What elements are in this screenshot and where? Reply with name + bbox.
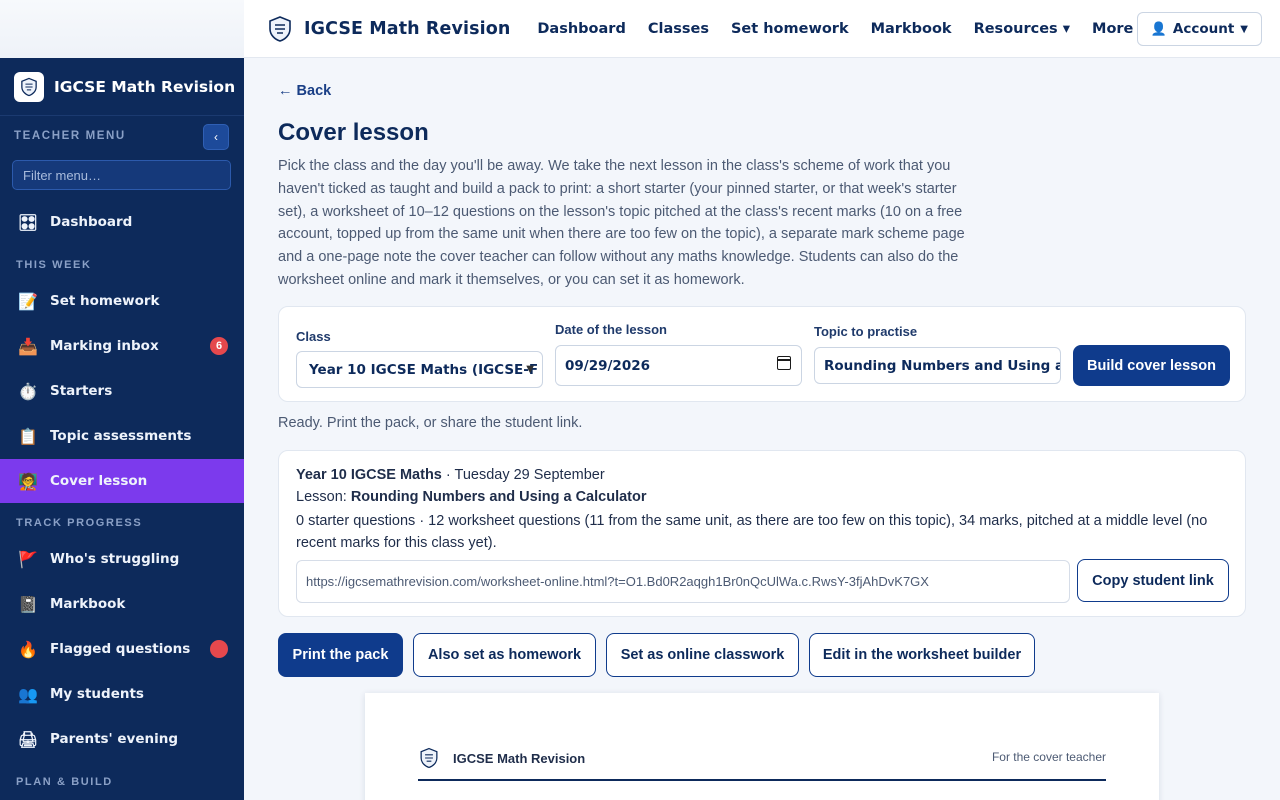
sidebar-item-starters[interactable]: ⏱️ Starters: [0, 369, 244, 413]
sidebar-brand[interactable]: IGCSE Math Revision: [0, 58, 244, 116]
set-online-classwork-button[interactable]: Set as online classwork: [606, 633, 799, 677]
page-title: Cover lesson: [278, 119, 429, 146]
top-navigation: IGCSE Math Revision Dashboard Classes Se…: [244, 0, 1280, 58]
date-input-value: 09/29/2026: [565, 357, 651, 374]
class-select-value: Year 10 IGCSE Maths (IGCSE-F: [309, 361, 539, 378]
sidebar-item-parents-evening[interactable]: 🖨 Parents' evening: [0, 717, 244, 761]
print-preview-sheet: IGCSE Math Revision For the cover teache…: [365, 693, 1159, 800]
account-menu-button[interactable]: 👤 Account ▼: [1136, 12, 1262, 46]
marking-inbox-count-badge: 6: [210, 337, 228, 355]
topic-input[interactable]: Rounding Numbers and Using a C: [814, 347, 1061, 384]
sidebar-item-dashboard[interactable]: 🎛 Dashboard: [0, 200, 244, 244]
result-lesson-name: Rounding Numbers and Using a Calculator: [350, 489, 647, 505]
user-icon: 👤: [1150, 21, 1167, 37]
topnav-links: Dashboard Classes Set homework Markbook …: [537, 21, 1167, 37]
edit-worksheet-builder-button[interactable]: Edit in the worksheet builder: [809, 633, 1035, 677]
back-link[interactable]: ← Back: [278, 83, 331, 99]
inbox-tray-icon: 📥: [18, 336, 38, 356]
printer-icon: 🖨: [17, 729, 39, 749]
set-homework-button[interactable]: Also set as homework: [413, 633, 596, 677]
people-icon: 👥: [18, 684, 38, 704]
sheet-audience: For the cover teacher: [991, 750, 1106, 764]
crest-logo-icon: [269, 15, 291, 42]
topic-label: Topic to practise: [814, 324, 918, 339]
sidebar-item-label: My students: [50, 686, 144, 702]
nav-classes[interactable]: Classes: [648, 21, 709, 37]
notification-dot: [210, 640, 228, 658]
sidebar-item-label: Starters: [50, 383, 113, 399]
sidebar-item-label: Marking inbox: [50, 338, 159, 354]
result-date: · Tuesday 29 September: [441, 467, 605, 483]
class-label: Class: [296, 329, 331, 344]
sidebar-item-label: Set homework: [50, 293, 160, 309]
sidebar: IGCSE Math Revision TEACHER MENU ‹ 🎛 Das…: [0, 58, 244, 800]
fire-icon: 🔥: [18, 639, 38, 659]
sidebar-item-my-students[interactable]: 👥 My students: [0, 672, 244, 716]
date-label: Date of the lesson: [555, 322, 667, 337]
nav-set-homework[interactable]: Set homework: [731, 21, 849, 37]
clipboard-icon: 📋: [18, 426, 38, 446]
filter-menu-input[interactable]: [12, 160, 231, 190]
topnav-brand[interactable]: IGCSE Math Revision: [266, 15, 510, 43]
sheet-header: IGCSE Math Revision: [418, 747, 585, 769]
sidebar-item-topic-assessments[interactable]: 📋 Topic assessments: [0, 414, 244, 458]
sidebar-brand-name: IGCSE Math Revision: [54, 77, 236, 96]
crest-logo-icon: [14, 71, 44, 102]
sidebar-item-label: Dashboard: [50, 214, 133, 230]
print-pack-button[interactable]: Print the pack: [278, 633, 403, 677]
result-summary: 0 starter questions · 12 worksheet quest…: [296, 513, 1208, 551]
result-lesson: Lesson: Rounding Numbers and Using a Cal…: [296, 489, 647, 505]
topic-input-value: Rounding Numbers and Using a C: [824, 357, 1061, 374]
nav-resources-dropdown[interactable]: Resources ▾: [974, 21, 1070, 37]
sidebar-item-label: Flagged questions: [50, 641, 191, 657]
nav-dashboard[interactable]: Dashboard: [537, 21, 625, 37]
sidebar-item-set-homework[interactable]: 📝 Set homework: [0, 279, 244, 323]
status-message: Ready. Print the pack, or share the stud…: [278, 415, 583, 431]
student-link-field[interactable]: https://igcsemathrevision.com/worksheet-…: [296, 560, 1070, 603]
red-flag-icon: 🚩: [18, 549, 38, 569]
sheet-divider: [418, 779, 1106, 781]
result-class-date: Year 10 IGCSE Maths · Tuesday 29 Septemb…: [296, 467, 605, 483]
crest-logo-icon: [420, 747, 438, 769]
sidebar-item-whos-struggling[interactable]: 🚩 Who's struggling: [0, 537, 244, 581]
class-select[interactable]: Year 10 IGCSE Maths (IGCSE-F ▼: [296, 351, 543, 388]
dashboard-icon: 🎛: [17, 212, 39, 232]
calendar-icon[interactable]: [777, 356, 791, 370]
brand-name: IGCSE Math Revision: [304, 18, 511, 39]
teacher-icon: 🧑‍🏫: [18, 471, 38, 491]
section-track-progress: TRACK PROGRESS: [16, 517, 143, 529]
sidebar-item-markbook[interactable]: 📓 Markbook: [0, 582, 244, 626]
main-content: ← Back Cover lesson Pick the class and t…: [244, 58, 1280, 800]
build-cover-lesson-button[interactable]: Build cover lesson: [1073, 345, 1230, 386]
sidebar-item-label: Who's struggling: [50, 551, 180, 567]
sidebar-item-flagged-questions[interactable]: 🔥 Flagged questions: [0, 627, 244, 671]
cover-lesson-result: Year 10 IGCSE Maths · Tuesday 29 Septemb…: [278, 450, 1246, 617]
nav-markbook[interactable]: Markbook: [871, 21, 952, 37]
sidebar-item-marking-inbox[interactable]: 📥 Marking inbox 6: [0, 324, 244, 368]
collapse-sidebar-icon[interactable]: ‹: [203, 124, 229, 150]
section-this-week: THIS WEEK: [16, 259, 92, 271]
copy-student-link-button[interactable]: Copy student link: [1077, 559, 1229, 602]
topbar-spacer: [0, 0, 244, 58]
memo-icon: 📝: [18, 291, 38, 311]
sidebar-item-label: Markbook: [50, 596, 126, 612]
section-plan-build: PLAN & BUILD: [16, 776, 113, 788]
sidebar-item-cover-lesson[interactable]: 🧑‍🏫 Cover lesson: [0, 459, 244, 503]
account-label: Account: [1172, 21, 1235, 37]
sidebar-item-label: Topic assessments: [50, 428, 192, 444]
teacher-menu-heading: TEACHER MENU: [14, 130, 126, 142]
sidebar-item-label: Cover lesson: [50, 473, 148, 489]
sheet-brand: IGCSE Math Revision: [453, 750, 586, 766]
result-class-name: Year 10 IGCSE Maths: [296, 467, 442, 483]
chevron-down-icon: ▼: [526, 364, 534, 375]
stopwatch-icon: ⏱️: [18, 381, 38, 401]
sidebar-item-label: Parents' evening: [50, 731, 179, 747]
cover-lesson-form: Class Year 10 IGCSE Maths (IGCSE-F ▼ Dat…: [278, 306, 1246, 402]
page-intro: Pick the class and the day you'll be awa…: [278, 158, 965, 288]
date-input[interactable]: 09/29/2026: [555, 345, 802, 386]
chevron-down-icon: ▼: [1240, 23, 1248, 35]
result-lesson-prefix: Lesson:: [296, 489, 351, 505]
notebook-icon: 📓: [18, 594, 38, 614]
